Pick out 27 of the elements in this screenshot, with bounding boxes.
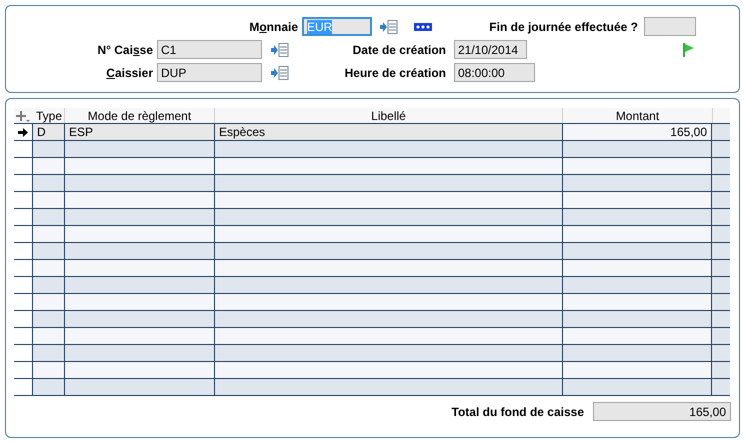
list-lookup-icon[interactable] [380, 20, 398, 34]
column-header[interactable]: Libellé [214, 108, 562, 123]
field-label: Fin de journée effectuée ? [489, 18, 638, 36]
table-cell: D [32, 124, 64, 140]
input-field[interactable]: DUP [157, 63, 262, 82]
input-field[interactable]: 21/10/2014 [454, 40, 527, 59]
field-label: N° Caisse [97, 42, 153, 58]
currency-icon[interactable] [414, 22, 432, 30]
flag-icon[interactable] [683, 42, 694, 56]
table-cell: 165,00 [562, 124, 712, 140]
add-row-icon[interactable] [16, 110, 30, 122]
column-header[interactable]: Montant [562, 108, 712, 123]
table-cell: Espèces [214, 124, 562, 140]
total-label: Total du fond de caisse [452, 404, 584, 420]
total-field: 165,00 [593, 402, 731, 421]
field-label: Caissier [106, 64, 153, 82]
input-field[interactable] [644, 17, 696, 36]
column-header[interactable]: Mode de règlement [64, 108, 214, 123]
list-lookup-icon[interactable] [271, 42, 289, 56]
field-label: Date de création [352, 42, 446, 58]
input-field[interactable]: C1 [157, 40, 262, 59]
field-label: Heure de création [344, 64, 446, 82]
list-lookup-icon[interactable] [271, 66, 289, 80]
column-header[interactable]: Type [32, 108, 64, 123]
field-label: Monnaie [249, 18, 298, 36]
table-cell: ESP [64, 124, 214, 140]
input-field[interactable]: 08:00:00 [454, 63, 535, 82]
